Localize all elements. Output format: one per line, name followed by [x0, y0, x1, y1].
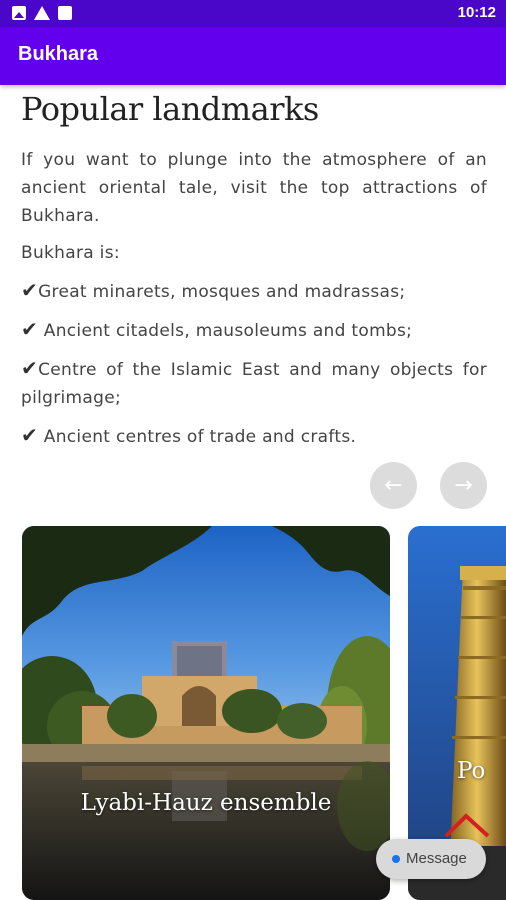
checklist-item: ✔ Ancient citadels, mausoleums and tombs… — [21, 315, 487, 345]
landmark-card-title: Lyabi-Hauz ensemble — [80, 790, 332, 816]
check-icon: ✔ — [21, 317, 39, 341]
arrow-right-icon: → — [454, 473, 473, 498]
arrow-left-icon: ← — [384, 473, 403, 498]
warning-icon — [34, 6, 50, 20]
checklist-item: ✔Centre of the Islamic East and many obj… — [21, 354, 487, 412]
content: Popular landmarks If you want to plunge … — [21, 90, 487, 451]
app-title: Bukhara — [18, 43, 99, 65]
checklist-label: Great minarets, mosques and madrassas; — [38, 282, 406, 302]
message-button[interactable]: Message — [376, 839, 486, 879]
landmark-card[interactable]: Lyabi-Hauz ensemble — [22, 526, 390, 900]
app-bar: Bukhara — [0, 27, 506, 85]
check-icon: ✔ — [21, 356, 39, 380]
status-time: 10:12 — [457, 4, 496, 21]
checklist-label: Centre of the Islamic East and many obje… — [21, 360, 487, 408]
status-bar: 10:12 — [0, 0, 506, 27]
checklist-label: Ancient centres of trade and crafts. — [38, 427, 357, 447]
page-title: Popular landmarks — [21, 90, 319, 128]
status-icons — [12, 6, 72, 20]
message-button-label: Message — [406, 850, 467, 867]
lead-text: Bukhara is: — [21, 243, 120, 263]
landmark-card-title: Po — [457, 758, 486, 784]
online-dot-icon — [392, 855, 400, 863]
alert-icon — [58, 6, 72, 20]
carousel-prev-button[interactable]: ← — [370, 462, 417, 509]
carousel-next-button[interactable]: → — [440, 462, 487, 509]
intro-text: If you want to plunge into the atmospher… — [21, 150, 487, 226]
checklist-item: ✔ Ancient centres of trade and crafts. — [21, 421, 487, 451]
landmark-photo — [22, 526, 390, 900]
image-icon — [12, 6, 26, 20]
check-icon: ✔ — [21, 423, 39, 447]
checklist-label: Ancient citadels, mausoleums and tombs; — [38, 321, 413, 341]
checklist-item: ✔Great minarets, mosques and madrassas; — [21, 276, 487, 306]
check-icon: ✔ — [21, 278, 39, 302]
